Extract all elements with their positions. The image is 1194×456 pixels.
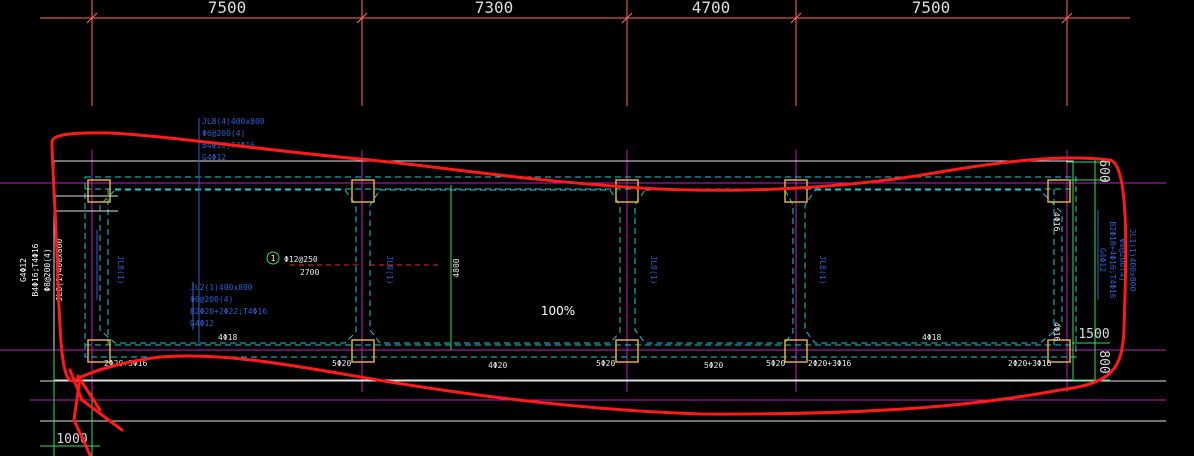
top-dimension-3: 4700 xyxy=(692,0,731,17)
center-span-label: 4800 xyxy=(452,258,461,277)
column-b2 xyxy=(351,339,375,363)
svg-text:G4Φ12: G4Φ12 xyxy=(190,319,214,328)
svg-text:JL2(1)400x800: JL2(1)400x800 xyxy=(190,283,253,292)
rebar-bottom-4: 5Φ20 xyxy=(596,359,615,368)
rebar-bottom-6: 5Φ20 xyxy=(766,359,785,368)
grid-axis-lines xyxy=(0,150,1166,401)
wall-label-4: JL8(1) xyxy=(818,256,827,285)
svg-text:JL8(4)400x800: JL8(4)400x800 xyxy=(202,117,265,126)
right-dimension-1500: 1500 xyxy=(1078,327,1109,342)
svg-text:Φ6@200(4): Φ6@200(4) xyxy=(190,295,233,304)
rebar-bottom-8: 2Φ20+3Φ16 xyxy=(1008,359,1052,368)
rebar-top-right: 4Φ18 xyxy=(922,333,941,342)
slab-span-label: 2700 xyxy=(300,268,319,277)
wall-label-2: JL8(1) xyxy=(385,256,394,285)
right-vertical-note: JL1(1)400x800 Φ8@200(4) B2Φ18+4Φ16;T4Φ16… xyxy=(1098,221,1137,298)
top-dimension-4: 7500 xyxy=(912,0,951,17)
zoom-level-label: 100% xyxy=(541,304,575,318)
rebar-top-left: 4Φ18 xyxy=(218,333,237,342)
svg-text:JL1(1)400x800: JL1(1)400x800 xyxy=(1128,229,1137,292)
svg-text:B2Φ18+4Φ16;T4Φ16: B2Φ18+4Φ16;T4Φ16 xyxy=(1108,221,1117,298)
rebar-bottom-3: 4Φ20 xyxy=(488,361,507,370)
cad-drawing-canvas[interactable]: 7500 7300 4700 7500 1 Φ12@250 2700 4800 … xyxy=(0,0,1194,456)
svg-text:G4Φ12: G4Φ12 xyxy=(1098,248,1107,272)
svg-text:G4Φ12: G4Φ12 xyxy=(19,258,28,282)
rebar-bottom-2: 5Φ20 xyxy=(332,359,351,368)
svg-text:B2Φ20+2Φ22;T4Φ16: B2Φ20+2Φ22;T4Φ16 xyxy=(190,307,267,316)
beam-edge-lines xyxy=(84,176,1077,358)
svg-text:B4Φ16;T4Φ16: B4Φ16;T4Φ16 xyxy=(31,243,40,296)
mid-beam-note: JL2(1)400x800 Φ6@200(4) B2Φ20+2Φ22;T4Φ16… xyxy=(190,283,267,328)
wall-label-3: JL8(1) xyxy=(649,256,658,285)
svg-text:Φ6@200(4): Φ6@200(4) xyxy=(202,129,245,138)
top-dimension-chain xyxy=(40,0,1130,106)
slab-mark-number: 1 xyxy=(271,254,276,263)
right-dimension-600: 600 xyxy=(1096,159,1111,182)
slab-dimension xyxy=(266,185,452,350)
right-dimension-800: 800 xyxy=(1096,350,1111,373)
rebar-bottom-5: 5Φ20 xyxy=(704,361,723,370)
top-beam-note: JL8(4)400x800 Φ6@200(4) B4Φ16;T4Φ16 G4Φ1… xyxy=(202,117,265,162)
top-dimension-1: 7500 xyxy=(208,0,247,17)
top-dimension-2: 7300 xyxy=(475,0,514,17)
red-markup-annotation xyxy=(50,131,1128,456)
rebar-corner-bottom: 4Φ16 xyxy=(1052,322,1061,341)
svg-text:Φ8@200(4): Φ8@200(4) xyxy=(43,248,52,291)
rebar-bottom-7: 2Φ20+3Φ16 xyxy=(808,359,852,368)
rebar-corner-top: 4Φ16 xyxy=(1052,212,1061,231)
wall-label-1: JL8(1) xyxy=(116,256,125,285)
svg-text:G4Φ12: G4Φ12 xyxy=(202,153,226,162)
slab-rebar-label: Φ12@250 xyxy=(284,255,318,264)
